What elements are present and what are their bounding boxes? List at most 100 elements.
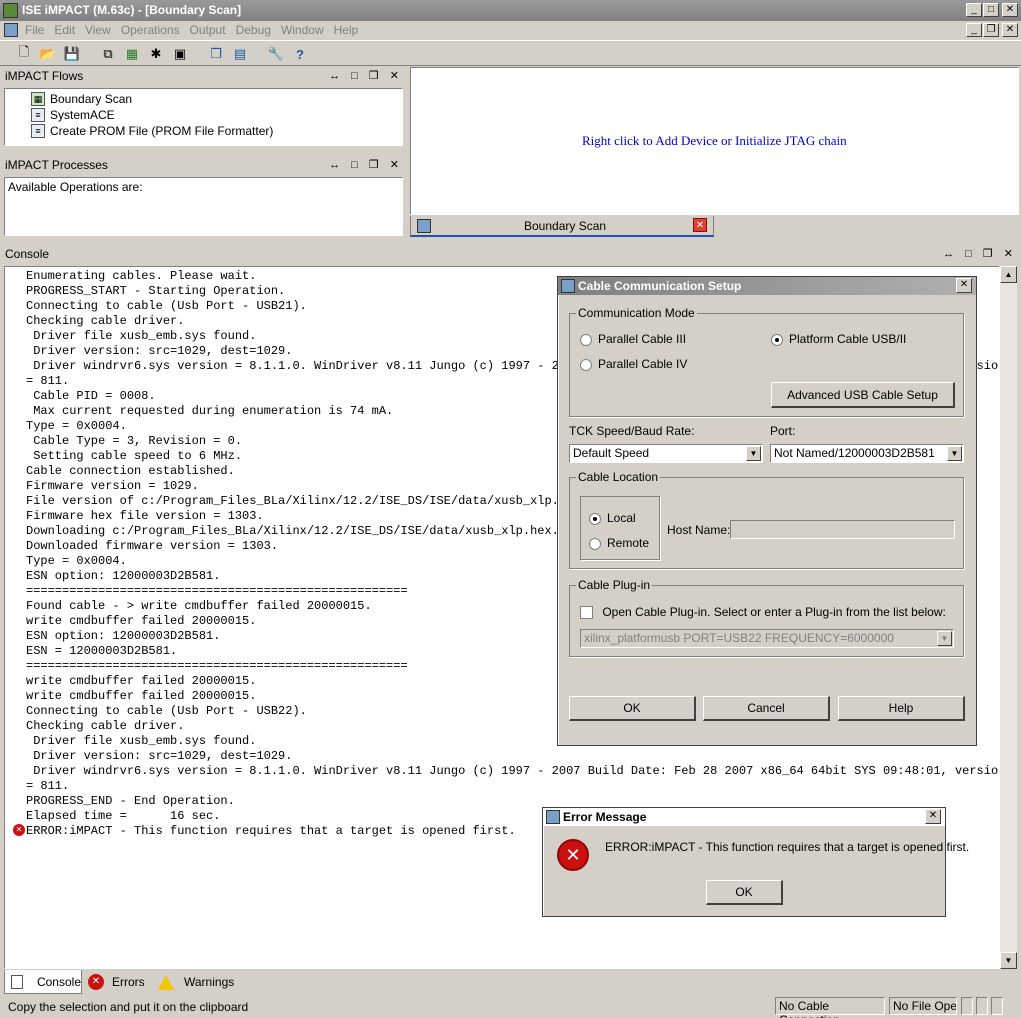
panel-controls[interactable]: ↔ □ ❐ ✕ <box>329 67 403 86</box>
menu-operations[interactable]: Operations <box>116 21 185 39</box>
boundary-scan-canvas[interactable]: Right click to Add Device or Initialize … <box>410 67 1019 215</box>
plugin-select[interactable]: xilinx_platformusb PORT=USB22 FREQUENCY=… <box>580 629 954 648</box>
maximize-button[interactable]: □ <box>983 3 999 17</box>
close-button[interactable]: ✕ <box>1002 3 1018 17</box>
menu-file[interactable]: File <box>20 21 49 39</box>
cable-dialog-close-button[interactable]: ✕ <box>956 278 972 293</box>
error-dialog-close-button[interactable]: ✕ <box>925 809 941 824</box>
tile-windows-icon[interactable]: ▤ <box>230 44 250 64</box>
debug-chain-icon[interactable]: ✱ <box>146 44 166 64</box>
document-icon: ≡ <box>31 124 45 138</box>
menu-view[interactable]: View <box>80 21 116 39</box>
cable-setup-dialog: Cable Communication Setup ✕ Communicatio… <box>557 276 977 746</box>
canvas-tab-boundary-scan[interactable]: Boundary Scan ✕ <box>410 216 714 237</box>
menu-output[interactable]: Output <box>185 21 231 39</box>
communication-mode-group: Communication Mode Parallel Cable III Pa… <box>569 306 964 417</box>
console-line: = 811. <box>26 779 70 793</box>
advanced-usb-setup-button[interactable]: Advanced USB Cable Setup <box>771 382 955 408</box>
chevron-down-icon[interactable]: ▼ <box>947 446 962 461</box>
radio-button[interactable] <box>580 333 592 346</box>
mdi-close-button[interactable]: ✕ <box>1002 23 1018 37</box>
tree-item-create-prom[interactable]: ≡ Create PROM File (PROM File Formatter) <box>31 123 402 139</box>
error-dialog-title-bar: Error Message ✕ <box>543 808 945 826</box>
save-icon[interactable]: 💾 <box>62 44 82 64</box>
radio-button[interactable] <box>589 512 601 525</box>
error-icon: ✕ <box>13 824 25 836</box>
mdi-minimize-button[interactable]: _ <box>966 23 982 37</box>
cable-help-button[interactable]: Help <box>838 696 965 721</box>
menu-edit[interactable]: Edit <box>49 21 80 39</box>
port-select[interactable]: Not Named/12000003D2B581 ▼ <box>770 444 964 463</box>
tab-errors[interactable]: ✕ Errors <box>84 971 150 993</box>
menu-window[interactable]: Window <box>276 21 329 39</box>
radio-button[interactable] <box>580 358 592 371</box>
status-pane <box>961 997 973 1015</box>
group-label: Communication Mode <box>576 306 697 320</box>
radio-parallel-cable-3[interactable]: Parallel Cable III <box>580 332 686 346</box>
checkbox[interactable] <box>580 606 593 620</box>
open-plugin-checkbox[interactable]: Open Cable Plug-in. Select or enter a Pl… <box>580 605 946 620</box>
radio-remote[interactable]: Remote <box>589 536 649 550</box>
group-label: Cable Plug-in <box>576 578 653 592</box>
cable-plugin-group: Cable Plug-in Open Cable Plug-in. Select… <box>569 578 964 657</box>
location-radio-box: Local Remote <box>580 496 660 560</box>
context-help-icon[interactable]: ? <box>290 44 310 64</box>
panel-controls[interactable]: ↔ □ ❐ ✕ <box>943 245 1017 264</box>
error-message-text: ERROR:iMPACT - This function requires th… <box>605 840 970 854</box>
boundary-scan-icon: ▦ <box>31 92 45 106</box>
cable-ok-button[interactable]: OK <box>569 696 696 721</box>
new-file-icon[interactable]: 🗋 <box>14 44 34 64</box>
scroll-down-button[interactable]: ▼ <box>1000 952 1017 969</box>
radio-button[interactable] <box>771 333 783 346</box>
tab-label: Errors <box>112 975 145 989</box>
tree-item-label: Boundary Scan <box>50 92 133 106</box>
tab-label: Warnings <box>184 975 235 989</box>
processes-panel: iMPACT Processes ↔ □ ❐ ✕ Available Opera… <box>0 156 407 240</box>
tree-item-systemace[interactable]: ≡ SystemACE <box>31 107 402 123</box>
menu-debug[interactable]: Debug <box>231 21 276 39</box>
speed-select-value: Default Speed <box>573 446 650 460</box>
tab-close-icon[interactable]: ✕ <box>693 218 707 232</box>
minimize-button[interactable]: _ <box>966 3 982 17</box>
processes-list: Available Operations are: <box>4 177 403 236</box>
toolbar: 🗋 📂 💾 ⧉ ▦ ✱ ▣ ❐ ▤ 🔧 ? <box>0 40 1021 66</box>
group-label: Cable Location <box>576 470 661 484</box>
bottom-tab-bar: Console ✕ Errors Warnings <box>0 970 1021 994</box>
panel-controls[interactable]: ↔ □ ❐ ✕ <box>329 156 403 175</box>
chip-icon[interactable]: ▣ <box>170 44 190 64</box>
window-title-bar: ISE iMPACT (M.63c) - [Boundary Scan] <box>0 0 1021 21</box>
radio-parallel-cable-4[interactable]: Parallel Cable IV <box>580 357 687 371</box>
error-ok-button[interactable]: OK <box>706 880 783 905</box>
radio-button[interactable] <box>589 537 601 550</box>
error-icon: ✕ <box>557 839 589 871</box>
console-tab-icon <box>11 974 23 989</box>
flows-panel-header: iMPACT Flows ↔ □ ❐ ✕ <box>0 67 407 86</box>
mdi-restore-button[interactable]: ❐ <box>983 23 999 37</box>
console-scrollbar[interactable]: ▲ ▼ <box>1000 266 1017 969</box>
tree-item-boundary-scan[interactable]: ▦ Boundary Scan <box>31 91 402 107</box>
console-title: Console <box>5 247 50 261</box>
menu-help[interactable]: Help <box>329 21 364 39</box>
scroll-up-button[interactable]: ▲ <box>1000 266 1017 283</box>
cable-icon <box>561 279 575 293</box>
console-line: Driver version: src=1029, dest=1029. <box>26 749 293 763</box>
tab-warnings[interactable]: Warnings <box>154 971 240 993</box>
app-icon <box>3 3 18 18</box>
host-name-input[interactable] <box>730 520 955 539</box>
console-line: Driver windrvr6.sys version = 8.1.1.0. W… <box>26 764 1000 778</box>
open-folder-icon[interactable]: 📂 <box>38 44 58 64</box>
radio-local[interactable]: Local <box>589 511 636 525</box>
cascade-windows-icon[interactable]: ❐ <box>206 44 226 64</box>
copy-icon[interactable]: ⧉ <box>98 44 118 64</box>
wrench-icon[interactable]: 🔧 <box>266 44 286 64</box>
cable-dialog-title-bar: Cable Communication Setup ✕ <box>558 277 976 295</box>
speed-select[interactable]: Default Speed ▼ <box>569 444 763 463</box>
chain-icon[interactable]: ▦ <box>122 44 142 64</box>
radio-label: Local <box>607 511 636 525</box>
radio-platform-cable-usb[interactable]: Platform Cable USB/II <box>771 332 906 346</box>
flows-panel-title: iMPACT Flows <box>5 69 84 83</box>
chevron-down-icon[interactable]: ▼ <box>746 446 761 461</box>
tab-console[interactable]: Console <box>4 970 82 994</box>
cable-cancel-button[interactable]: Cancel <box>703 696 830 721</box>
status-message: Copy the selection and put it on the cli… <box>8 1000 249 1014</box>
